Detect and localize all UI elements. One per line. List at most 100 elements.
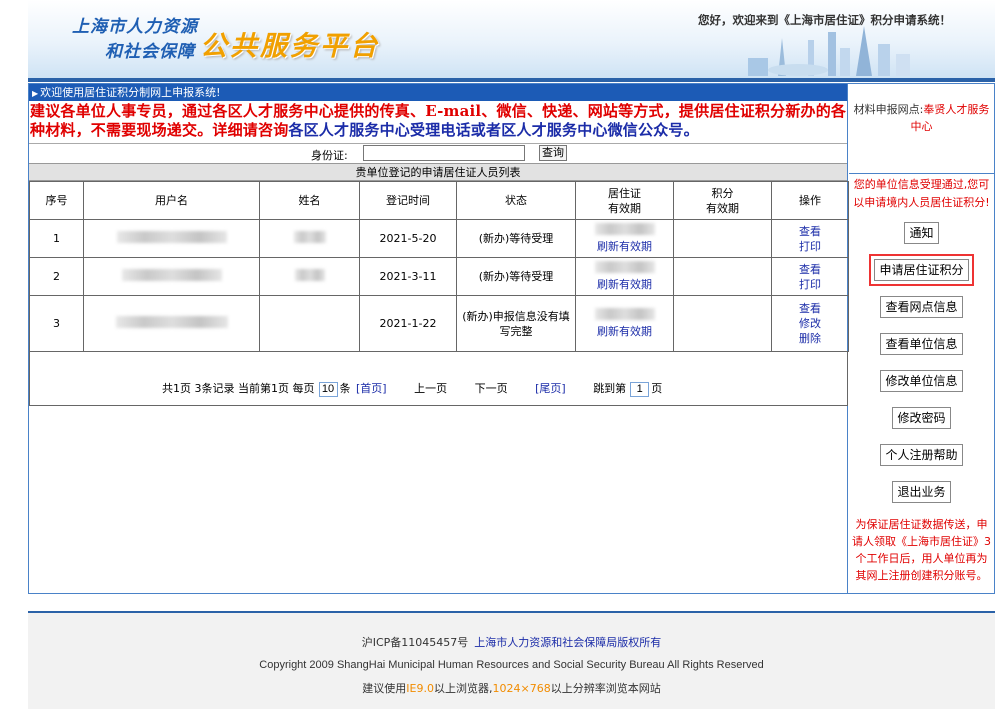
col-index: 序号 bbox=[29, 181, 84, 220]
list-title: 贵单位登记的申请居住证人员列表 bbox=[29, 163, 847, 181]
query-button[interactable]: 查询 bbox=[539, 145, 567, 161]
logo-line-1: 上海市人力资源 bbox=[72, 17, 198, 37]
row-index: 2 bbox=[29, 257, 84, 296]
site-footer: 沪ICP备11045457号 上海市人力资源和社会保障局版权所有 Copyrigh… bbox=[28, 613, 995, 709]
row-points-validity bbox=[673, 257, 772, 296]
view-link[interactable]: 查看 bbox=[799, 302, 821, 315]
col-name: 姓名 bbox=[259, 181, 360, 220]
row-status: (新办)申报信息没有填写完整 bbox=[456, 295, 576, 352]
table-row: 2 2021-3-11 (新办)等待受理 刷新有效期 查看 打印 bbox=[29, 257, 849, 296]
jump-suffix: 页 bbox=[651, 382, 663, 395]
logo-line-2: 和社会保障 bbox=[105, 42, 195, 62]
per-page-suffix: 条 bbox=[339, 382, 351, 395]
col-actions: 操作 bbox=[771, 181, 849, 220]
notice-bar: ▶ 欢迎使用居住证积分制网上申报系统! bbox=[29, 84, 847, 101]
row-permit-validity: 刷新有效期 bbox=[575, 219, 674, 258]
delete-link[interactable]: 删除 bbox=[799, 332, 821, 345]
logout-button[interactable]: 退出业务 bbox=[892, 481, 951, 503]
triangle-right-icon: ▶ bbox=[32, 89, 39, 98]
notice-bar-text: 欢迎使用居住证积分制网上申报系统! bbox=[40, 86, 221, 99]
row-username-blurred bbox=[83, 257, 260, 296]
row-name-blurred bbox=[259, 219, 360, 258]
row-actions: 查看 打印 bbox=[771, 219, 849, 258]
jump-page-input[interactable] bbox=[630, 381, 650, 397]
per-page-input[interactable] bbox=[318, 381, 338, 397]
footer-browser-hint: 建议使用IE9.0以上浏览器,1024×768以上分辨率浏览本网站 bbox=[28, 680, 995, 696]
view-link[interactable]: 查看 bbox=[799, 225, 821, 238]
view-link[interactable]: 查看 bbox=[799, 263, 821, 276]
right-sidebar: 材料申报网点:奉贤人才服务中心 您的单位信息受理通过,您可以申请境内人员居住证积… bbox=[849, 84, 994, 593]
next-page-link[interactable]: 下一页 bbox=[475, 382, 508, 395]
row-index: 3 bbox=[29, 295, 84, 352]
col-username: 用户名 bbox=[83, 181, 260, 220]
row-username-blurred bbox=[83, 219, 260, 258]
row-permit-validity: 刷新有效期 bbox=[575, 257, 674, 296]
site-header: 上海市人力资源 和社会保障 公共服务平台 您好，欢迎来到《上海市居住证》积分申请… bbox=[28, 0, 995, 78]
main-panel: ▶ 欢迎使用居住证积分制网上申报系统! 建议各单位人事专员，通过各区人才服务中心提… bbox=[28, 83, 995, 594]
row-date: 2021-3-11 bbox=[359, 257, 457, 296]
footer-copyright: Copyright 2009 ShangHai Municipal Human … bbox=[259, 659, 764, 671]
row-points-validity bbox=[673, 295, 772, 352]
icp-number: 沪ICP备11045457号 bbox=[361, 636, 469, 649]
row-name-blurred bbox=[259, 295, 360, 352]
submission-site: 材料申报网点:奉贤人才服务中心 bbox=[849, 84, 994, 174]
welcome-text: 您好，欢迎来到《上海市居住证》积分申请系统！ bbox=[698, 13, 951, 27]
header-divider bbox=[28, 78, 995, 82]
submission-site-label: 材料申报网点: bbox=[853, 103, 924, 116]
pager-summary: 共1页 3条记录 当前第1页 每页 bbox=[162, 382, 315, 395]
refresh-validity-link[interactable]: 刷新有效期 bbox=[597, 325, 652, 338]
notice-button[interactable]: 通知 bbox=[904, 222, 939, 244]
site-logo: 上海市人力资源 和社会保障 bbox=[72, 12, 198, 62]
browser-hint-pre: 建议使用 bbox=[362, 682, 407, 695]
col-permit-validity: 居住证 有效期 bbox=[575, 181, 674, 220]
search-row: 身份证: 查询 bbox=[29, 143, 847, 163]
sidebar-bottom-note: 为保证居住证数据传送，申请人领取《上海市居住证》3个工作日后，用人单位再为其网上… bbox=[852, 518, 991, 582]
last-page-link[interactable]: [尾页] bbox=[535, 382, 566, 395]
refresh-validity-link[interactable]: 刷新有效期 bbox=[597, 240, 652, 253]
table-row: 1 2021-5-20 (新办)等待受理 刷新有效期 查看 打印 bbox=[29, 219, 849, 258]
edit-company-info-button[interactable]: 修改单位信息 bbox=[880, 370, 963, 392]
pager-row: 共1页 3条记录 当前第1页 每页 条 [首页] 上一页 下一页 [尾页] 跳到第… bbox=[29, 352, 848, 406]
footer-icp-line: 沪ICP备11045457号 上海市人力资源和社会保障局版权所有 bbox=[28, 634, 995, 650]
view-site-info-button[interactable]: 查看网点信息 bbox=[880, 296, 963, 318]
first-page-link[interactable]: [首页] bbox=[356, 382, 387, 395]
submission-site-value: 奉贤人才服务中心 bbox=[910, 103, 990, 133]
print-link[interactable]: 打印 bbox=[799, 278, 821, 291]
col-status: 状态 bbox=[456, 181, 576, 220]
applicant-table: 序号 用户名 姓名 登记时间 状态 居住证 有效期 积分 有效期 操作 1 20… bbox=[29, 181, 849, 352]
browser-hint-res: 1024×768 bbox=[492, 682, 551, 695]
prev-page-link[interactable]: 上一页 bbox=[414, 382, 447, 395]
col-points-validity: 积分 有效期 bbox=[673, 181, 772, 220]
row-date: 2021-1-22 bbox=[359, 295, 457, 352]
print-link[interactable]: 打印 bbox=[799, 240, 821, 253]
browser-hint-mid: 以上浏览器, bbox=[433, 682, 493, 695]
logo-platform-title: 公共服务平台 bbox=[200, 31, 380, 62]
row-username-blurred bbox=[83, 295, 260, 352]
browser-hint-ie: IE9.0 bbox=[406, 682, 434, 695]
row-permit-validity: 刷新有效期 bbox=[575, 295, 674, 352]
row-status: (新办)等待受理 bbox=[456, 257, 576, 296]
content-area: ▶ 欢迎使用居住证积分制网上申报系统! 建议各单位人事专员，通过各区人才服务中心提… bbox=[29, 84, 849, 593]
col-reg-time: 登记时间 bbox=[359, 181, 457, 220]
registration-help-button[interactable]: 个人注册帮助 bbox=[880, 444, 963, 466]
big-notice: 建议各单位人事专员，通过各区人才服务中心提供的传真、E-mail、微信、快递、网… bbox=[29, 101, 847, 140]
edit-link[interactable]: 修改 bbox=[799, 317, 821, 330]
id-card-input[interactable] bbox=[363, 145, 525, 161]
row-index: 1 bbox=[29, 219, 84, 258]
change-password-button[interactable]: 修改密码 bbox=[892, 407, 951, 429]
row-actions: 查看 打印 bbox=[771, 257, 849, 296]
view-company-info-button[interactable]: 查看单位信息 bbox=[880, 333, 963, 355]
row-status: (新办)等待受理 bbox=[456, 219, 576, 258]
id-card-label: 身份证: bbox=[311, 149, 348, 162]
row-date: 2021-5-20 bbox=[359, 219, 457, 258]
browser-hint-post: 以上分辨率浏览本网站 bbox=[550, 682, 661, 695]
sidebar-buttons: 通知 申请居住证积分 查看网点信息 查看单位信息 修改单位信息 修改密码 个人注… bbox=[849, 222, 994, 518]
row-name-blurred bbox=[259, 257, 360, 296]
row-points-validity bbox=[673, 219, 772, 258]
big-notice-blue: 各区人才服务中心受理电话或者区人才服务中心微信公众号。 bbox=[288, 121, 699, 139]
jump-label: 跳到第 bbox=[593, 382, 627, 395]
apply-points-button[interactable]: 申请居住证积分 bbox=[869, 254, 974, 286]
owner-link[interactable]: 上海市人力资源和社会保障局版权所有 bbox=[474, 636, 661, 649]
refresh-validity-link[interactable]: 刷新有效期 bbox=[597, 278, 652, 291]
row-actions: 查看 修改 删除 bbox=[771, 295, 849, 352]
